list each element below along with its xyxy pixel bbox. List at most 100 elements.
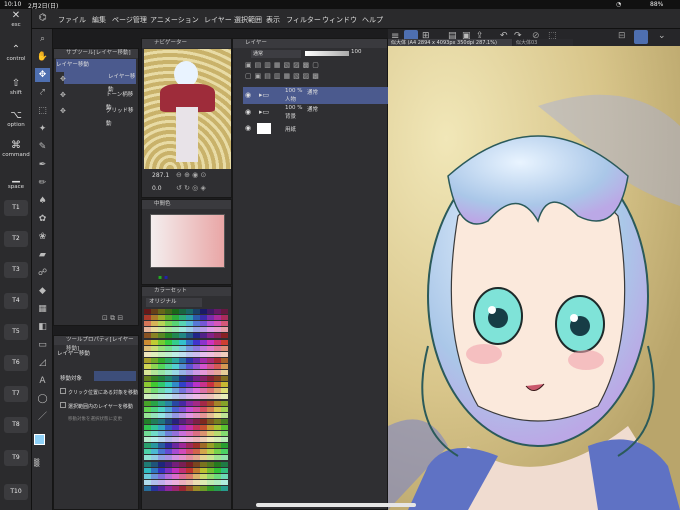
chevron-down-icon[interactable]: ⌄ [658, 31, 666, 41]
color-swatch[interactable] [193, 363, 200, 369]
color-swatch[interactable] [179, 309, 186, 314]
color-swatch[interactable] [158, 455, 165, 461]
color-swatch[interactable] [179, 382, 186, 388]
color-swatch[interactable] [200, 357, 207, 363]
color-swatch[interactable] [200, 315, 207, 321]
color-swatch[interactable] [193, 345, 200, 351]
color-swatch[interactable] [172, 443, 179, 449]
color-swatch[interactable] [144, 363, 151, 369]
color-swatch[interactable] [186, 455, 193, 461]
color-swatch[interactable] [186, 327, 193, 333]
color-swatch[interactable] [193, 370, 200, 375]
color-swatch[interactable] [214, 357, 221, 363]
color-swatch[interactable] [200, 467, 207, 473]
color-swatch[interactable] [214, 431, 221, 436]
color-swatch[interactable] [165, 309, 172, 314]
rotate-controls-icon[interactable]: ↺ ↻ ◎ ◈ [176, 184, 206, 192]
mini-color-icon[interactable]: ▪ ▪ [158, 274, 168, 281]
color-swatch[interactable] [207, 455, 214, 461]
color-swatch[interactable] [186, 388, 193, 394]
color-swatch[interactable] [193, 485, 200, 491]
eye-icon[interactable]: ◉ [245, 124, 251, 132]
color-swatch[interactable] [144, 412, 151, 418]
pen-tool-icon[interactable]: ✒ [35, 158, 50, 172]
color-swatch[interactable] [193, 376, 200, 382]
zoom-tool-icon[interactable]: ⌕ [35, 32, 50, 46]
color-swatch[interactable] [207, 485, 214, 491]
color-swatch[interactable] [221, 309, 228, 314]
color-swatch[interactable] [221, 382, 228, 388]
color-swatch[interactable] [207, 382, 214, 388]
color-swatch[interactable] [144, 400, 151, 406]
menu-view[interactable]: 表示 [266, 15, 280, 25]
color-swatch[interactable] [158, 370, 165, 375]
color-swatch[interactable] [172, 467, 179, 473]
eye-icon[interactable]: ◉ [245, 91, 251, 99]
checkbox[interactable] [60, 402, 66, 408]
color-swatch[interactable] [207, 333, 214, 339]
color-swatch[interactable] [151, 412, 158, 418]
color-swatch[interactable] [179, 363, 186, 369]
color-swatch[interactable] [207, 449, 214, 455]
color-swatch[interactable] [144, 339, 151, 345]
t7-key[interactable]: T7 [4, 386, 28, 402]
color-swatch[interactable] [207, 418, 214, 424]
color-swatch[interactable] [186, 437, 193, 443]
color-swatch[interactable] [151, 388, 158, 394]
color-swatch[interactable] [144, 479, 151, 485]
color-swatch[interactable] [151, 431, 158, 436]
color-swatch[interactable] [144, 467, 151, 473]
color-swatch[interactable] [179, 424, 186, 430]
color-swatch[interactable] [214, 376, 221, 382]
color-swatch[interactable] [200, 431, 207, 436]
color-swatch[interactable] [179, 449, 186, 455]
command-key[interactable]: ⌘ command [2, 141, 30, 159]
zoom-controls-icon[interactable]: ⊖ ⊕ ◉ ⊙ [176, 171, 206, 179]
color-swatch[interactable] [221, 327, 228, 333]
color-swatch[interactable] [214, 339, 221, 345]
t10-key[interactable]: T10 [4, 484, 28, 500]
menu-animation[interactable]: アニメーション [150, 15, 199, 25]
color-swatch[interactable] [172, 461, 179, 467]
color-swatch[interactable] [179, 339, 186, 345]
color-swatch[interactable] [179, 418, 186, 424]
color-swatch[interactable] [165, 412, 172, 418]
color-swatch[interactable] [151, 449, 158, 455]
color-swatch[interactable] [158, 315, 165, 321]
pencil-tool-icon[interactable]: ✏ [35, 176, 50, 190]
color-swatch[interactable] [207, 394, 214, 400]
color-swatch[interactable] [165, 485, 172, 491]
color-swatch[interactable] [207, 345, 214, 351]
menu-file[interactable]: ファイル [58, 15, 86, 25]
color-swatch[interactable] [179, 345, 186, 351]
color-swatch[interactable] [144, 351, 151, 357]
color-swatch[interactable] [221, 443, 228, 449]
color-swatch[interactable] [200, 345, 207, 351]
color-swatch[interactable] [158, 382, 165, 388]
color-swatch[interactable] [186, 485, 193, 491]
color-swatch[interactable] [214, 467, 221, 473]
color-swatch[interactable] [200, 461, 207, 467]
ruler-tool-icon[interactable]: ◿ [35, 356, 50, 370]
color-swatch[interactable] [207, 309, 214, 314]
color-swatch[interactable] [179, 406, 186, 412]
control-key[interactable]: ⌃ control [2, 45, 30, 63]
t9-key[interactable]: T9 [4, 450, 28, 466]
menu-layer[interactable]: レイヤー [204, 15, 232, 25]
color-swatch[interactable] [221, 315, 228, 321]
space-key[interactable]: ▁ space [2, 173, 30, 191]
rotation-value[interactable]: 0.0 [152, 185, 162, 192]
color-swatch[interactable] [207, 315, 214, 321]
esc-key[interactable]: ✕ esc [2, 11, 30, 29]
color-swatch[interactable] [200, 309, 207, 314]
snap-icon[interactable] [634, 30, 648, 44]
color-swatch[interactable] [186, 351, 193, 357]
color-swatch[interactable] [165, 345, 172, 351]
color-swatch[interactable] [200, 412, 207, 418]
color-swatch[interactable] [179, 388, 186, 394]
color-swatch[interactable] [193, 351, 200, 357]
color-swatch[interactable] [214, 400, 221, 406]
color-swatch[interactable] [151, 424, 158, 430]
color-swatch[interactable] [144, 370, 151, 375]
color-swatch[interactable] [186, 376, 193, 382]
